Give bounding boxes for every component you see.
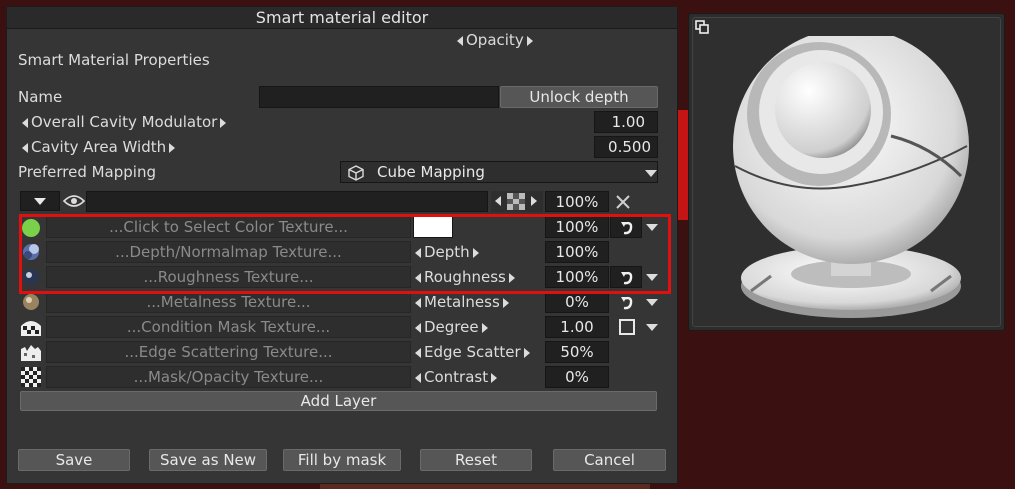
increase-arrow-icon[interactable]	[491, 372, 498, 383]
cube-icon	[348, 165, 364, 181]
overall-cavity-value[interactable]: 1.00	[594, 111, 658, 133]
layer-opacity-value[interactable]: 100%	[545, 191, 609, 212]
opacity-slider-label[interactable]: Opacity	[457, 29, 543, 51]
degree-value[interactable]: 1.00	[545, 316, 609, 338]
decrease-arrow-icon[interactable]	[22, 142, 28, 153]
metalness-operation-button[interactable]	[610, 291, 642, 313]
reset-button[interactable]: Reset	[420, 449, 532, 471]
metalness-value[interactable]: 0%	[545, 291, 609, 313]
decrease-arrow-icon[interactable]	[457, 35, 463, 46]
decrease-arrow-icon[interactable]	[415, 347, 421, 358]
name-label: Name	[18, 88, 63, 106]
condition-mask-icon	[21, 318, 41, 336]
edge-scattering-icon	[21, 343, 41, 361]
layer-dropdown-button[interactable]	[20, 191, 60, 211]
edge-scatter-slider-label[interactable]: Edge Scatter	[415, 341, 543, 363]
checkbox[interactable]	[619, 319, 635, 335]
layer-name-input[interactable]	[86, 191, 488, 212]
preferred-mapping-label: Preferred Mapping	[18, 163, 156, 181]
decrease-arrow-icon[interactable]	[415, 322, 421, 333]
mask-opacity-icon	[21, 367, 41, 387]
cavity-width-value[interactable]: 0.500	[594, 136, 658, 158]
dialog-title: Smart material editor	[7, 7, 677, 29]
name-input[interactable]	[259, 86, 499, 108]
cancel-button[interactable]: Cancel	[553, 449, 666, 471]
eye-icon[interactable]	[63, 193, 85, 209]
blend-mode-selector[interactable]	[491, 191, 543, 212]
decrease-arrow-icon[interactable]	[495, 196, 501, 206]
increase-arrow-icon[interactable]	[523, 347, 530, 358]
metalness-texture-slot[interactable]: ...Metalness Texture...	[46, 291, 411, 313]
add-layer-button[interactable]: Add Layer	[20, 391, 657, 411]
save-button[interactable]: Save	[18, 449, 130, 471]
contrast-slider-label[interactable]: Contrast	[415, 366, 543, 388]
increase-arrow-icon[interactable]	[220, 117, 227, 128]
edge-scatter-value[interactable]: 50%	[545, 341, 609, 363]
increase-arrow-icon[interactable]	[481, 322, 488, 333]
chevron-down-icon	[34, 198, 46, 205]
overall-cavity-slider-label[interactable]: Overall Cavity Modulator	[22, 113, 227, 131]
close-icon[interactable]	[615, 194, 631, 210]
undo-arrow-icon	[621, 296, 633, 310]
metalness-slider-label[interactable]: Metalness	[415, 291, 543, 313]
mask-opacity-texture-slot[interactable]: ...Mask/Opacity Texture...	[46, 366, 411, 388]
save-as-new-button[interactable]: Save as New	[149, 449, 267, 471]
metalness-layer-icon	[23, 294, 39, 310]
cavity-width-slider-label[interactable]: Cavity Area Width	[22, 138, 176, 156]
increase-arrow-icon[interactable]	[526, 35, 533, 46]
smart-material-editor-dialog: Smart material editor Smart Material Pro…	[6, 6, 678, 484]
contrast-value[interactable]: 0%	[545, 366, 609, 388]
preview-sphere-model	[733, 36, 969, 318]
increase-arrow-icon[interactable]	[531, 196, 537, 206]
preferred-mapping-select[interactable]: Cube Mapping	[340, 161, 658, 183]
material-preview-panel[interactable]	[688, 13, 1005, 331]
increase-arrow-icon[interactable]	[169, 142, 176, 153]
preferred-mapping-value: Cube Mapping	[377, 163, 485, 181]
decrease-arrow-icon[interactable]	[415, 372, 421, 383]
chevron-down-icon[interactable]	[646, 324, 658, 331]
increase-arrow-icon[interactable]	[502, 297, 509, 308]
chevron-down-icon[interactable]	[646, 299, 658, 306]
edge-scattering-texture-slot[interactable]: ...Edge Scattering Texture...	[46, 341, 411, 363]
fill-by-mask-button[interactable]: Fill by mask	[283, 449, 401, 471]
highlight-box	[19, 214, 671, 294]
checker-icon	[507, 193, 525, 210]
decrease-arrow-icon[interactable]	[415, 297, 421, 308]
condition-mask-texture-slot[interactable]: ...Condition Mask Texture...	[46, 316, 411, 338]
unlock-depth-button[interactable]: Unlock depth	[500, 86, 658, 108]
preview-viewport[interactable]	[692, 17, 1001, 327]
section-title: Smart Material Properties	[18, 51, 210, 69]
chevron-down-icon	[645, 170, 657, 177]
decrease-arrow-icon[interactable]	[22, 117, 28, 128]
degree-slider-label[interactable]: Degree	[415, 316, 543, 338]
expand-icon[interactable]	[695, 20, 709, 34]
